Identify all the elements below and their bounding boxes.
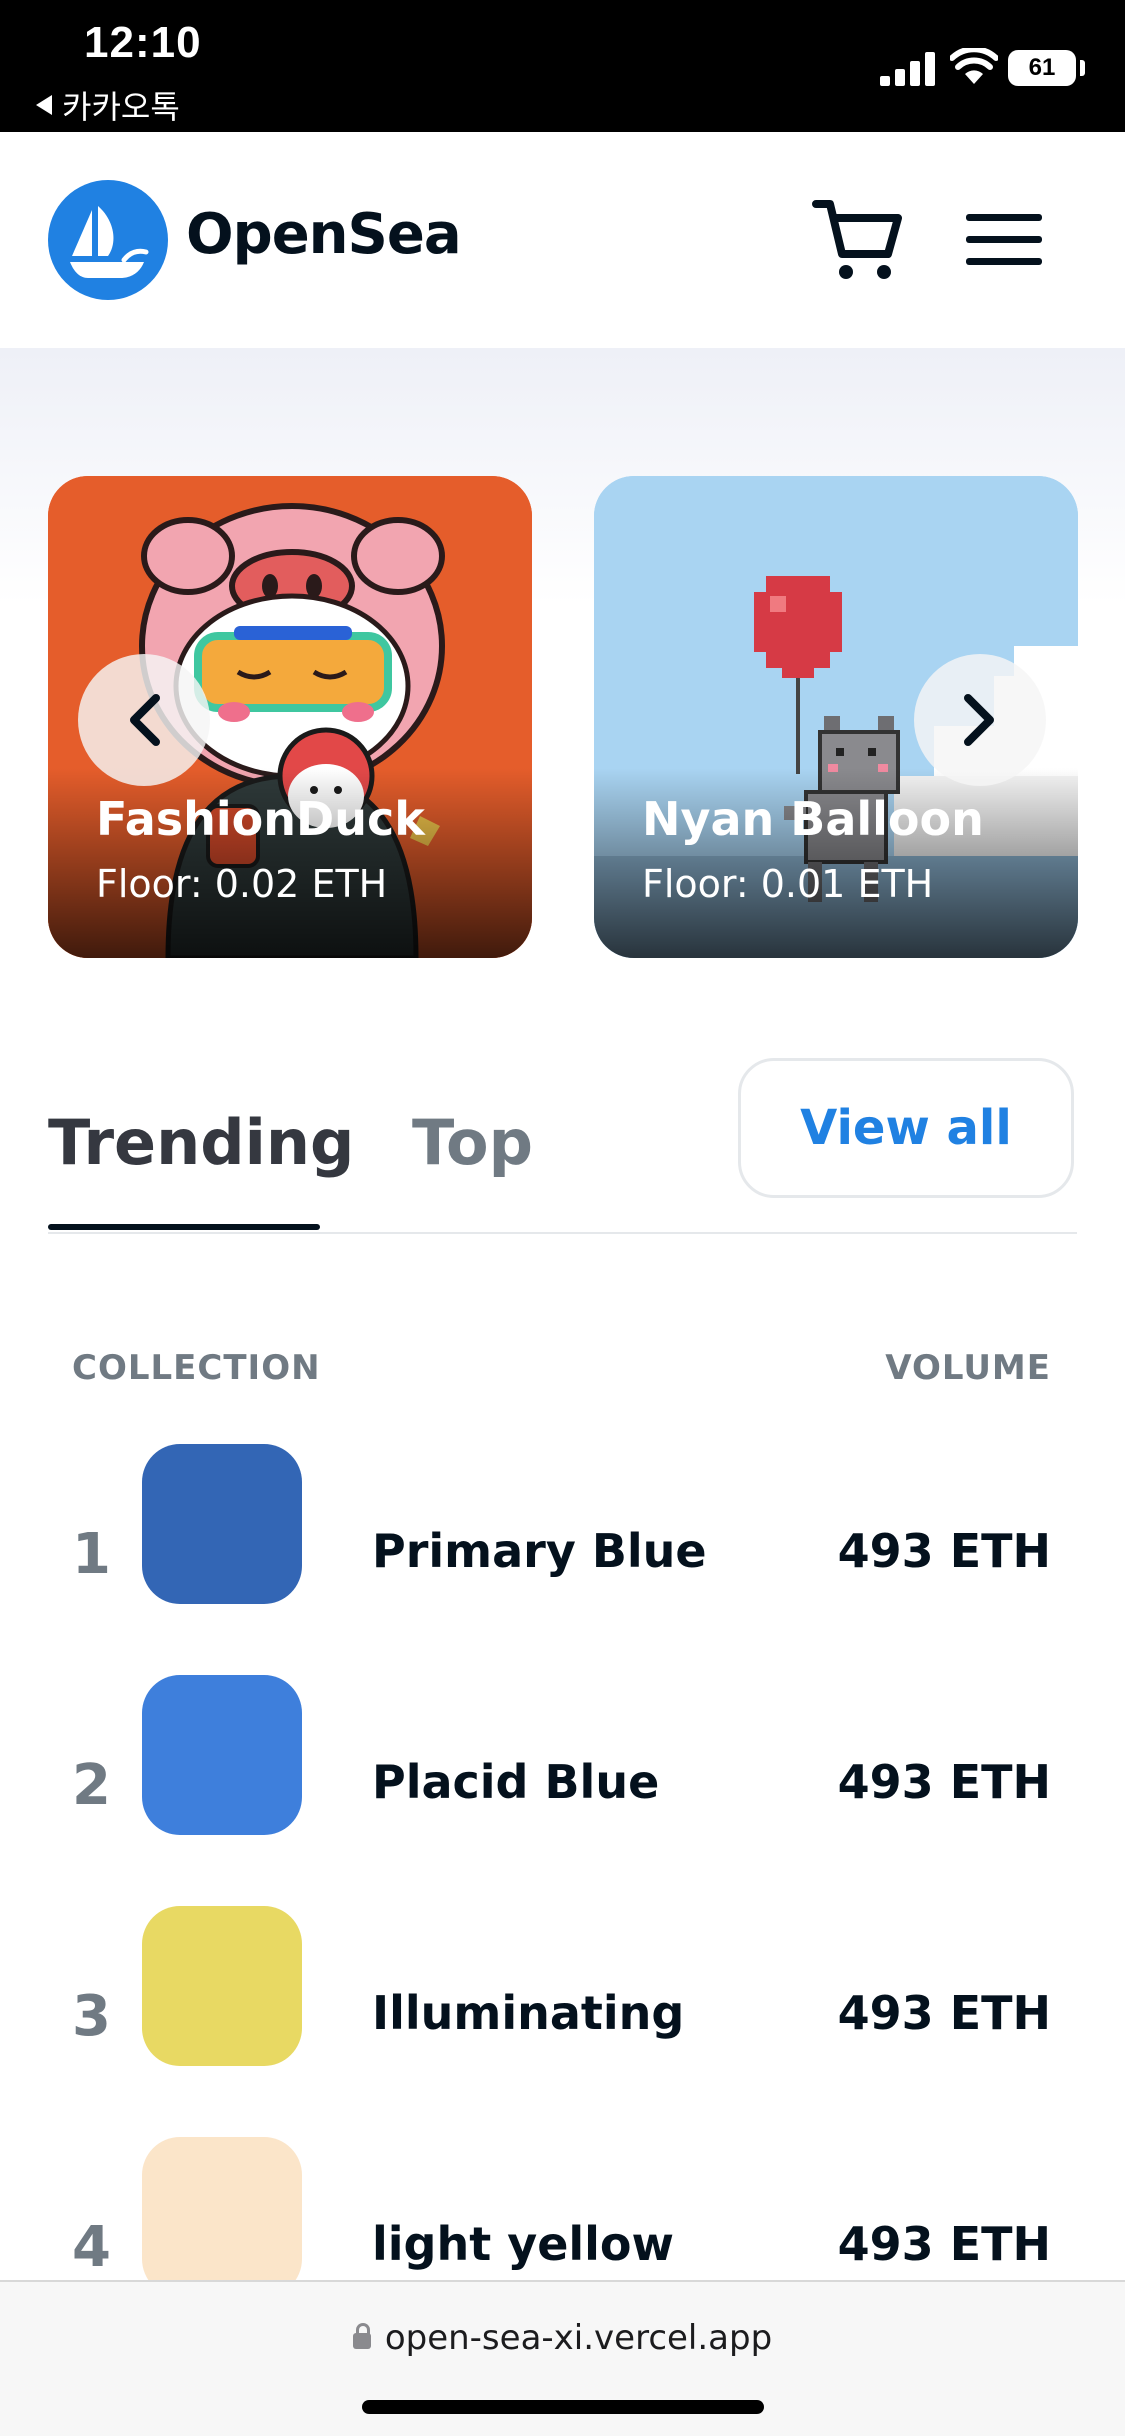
ship-icon	[70, 206, 149, 278]
collection-volume: 493 ETH	[837, 2217, 1051, 2271]
collection-name: Illuminating	[372, 1986, 685, 2040]
url-text: open-sea-xi.vercel.app	[384, 2318, 773, 2358]
card-title: FashionDuck	[96, 792, 425, 846]
row-rank: 3	[72, 1984, 111, 2049]
home-indicator[interactable]	[362, 2400, 764, 2414]
tab-divider	[48, 1232, 1077, 1234]
cellular-signal-icon	[880, 52, 935, 86]
back-triangle-icon	[36, 95, 52, 115]
carousel-prev-button[interactable]	[78, 654, 210, 786]
row-rank: 1	[72, 1522, 111, 1587]
row-rank: 2	[72, 1753, 111, 1818]
url-display[interactable]: open-sea-xi.vercel.app	[0, 2318, 1125, 2358]
brand-name[interactable]: OpenSea	[186, 202, 462, 267]
collection-volume: 493 ETH	[837, 1755, 1051, 1809]
status-time: 12:10	[84, 18, 202, 67]
back-app-label: 카카오톡	[62, 88, 180, 126]
featured-carousel: FashionDuck Floor: 0.02 ETH Nyan Balloon…	[0, 348, 1125, 990]
tab-trending[interactable]: Trending	[48, 1106, 354, 1179]
browser-url-bar[interactable]: open-sea-xi.vercel.app	[0, 2280, 1125, 2436]
carousel-next-button[interactable]	[914, 654, 1046, 786]
column-header-collection: COLLECTION	[72, 1348, 321, 1388]
table-row[interactable]: 3 Illuminating 493 ETH	[0, 1906, 1125, 2136]
card-floor-price: Floor: 0.02 ETH	[96, 862, 388, 906]
hamburger-menu-icon[interactable]	[966, 212, 1042, 268]
table-row[interactable]: 1 Primary Blue 493 ETH	[0, 1444, 1125, 1674]
view-all-button[interactable]: View all	[738, 1058, 1074, 1198]
battery-cap	[1080, 60, 1085, 76]
ranking-tabs: Trending Top View all	[48, 1058, 1077, 1234]
opensea-logo-icon[interactable]	[48, 180, 168, 300]
site-header: OpenSea	[0, 132, 1125, 348]
collection-name: Placid Blue	[372, 1755, 660, 1809]
cart-icon[interactable]	[812, 198, 902, 284]
column-header-volume: VOLUME	[885, 1348, 1051, 1388]
row-rank: 4	[72, 2215, 111, 2280]
collection-thumbnail	[142, 1906, 302, 2066]
back-to-app-button[interactable]: 카카오톡	[36, 82, 180, 128]
collection-volume: 493 ETH	[837, 1524, 1051, 1578]
card-title: Nyan Balloon	[642, 792, 984, 846]
active-tab-indicator	[48, 1224, 320, 1230]
wifi-icon	[950, 48, 998, 84]
chevron-left-icon	[130, 694, 160, 746]
card-floor-price: Floor: 0.01 ETH	[642, 862, 934, 906]
collection-thumbnail	[142, 1675, 302, 1835]
collection-name: Primary Blue	[372, 1524, 707, 1578]
collection-name: light yellow	[372, 2217, 675, 2271]
tab-top[interactable]: Top	[412, 1106, 533, 1179]
lock-icon	[352, 2323, 371, 2349]
collection-thumbnail	[142, 2137, 302, 2297]
chevron-right-icon	[964, 694, 994, 746]
status-bar: 12:10 카카오톡 61	[0, 0, 1125, 132]
table-row[interactable]: 2 Placid Blue 493 ETH	[0, 1675, 1125, 1905]
battery-indicator: 61	[1008, 50, 1076, 86]
collection-volume: 493 ETH	[837, 1986, 1051, 2040]
collection-thumbnail	[142, 1444, 302, 1604]
